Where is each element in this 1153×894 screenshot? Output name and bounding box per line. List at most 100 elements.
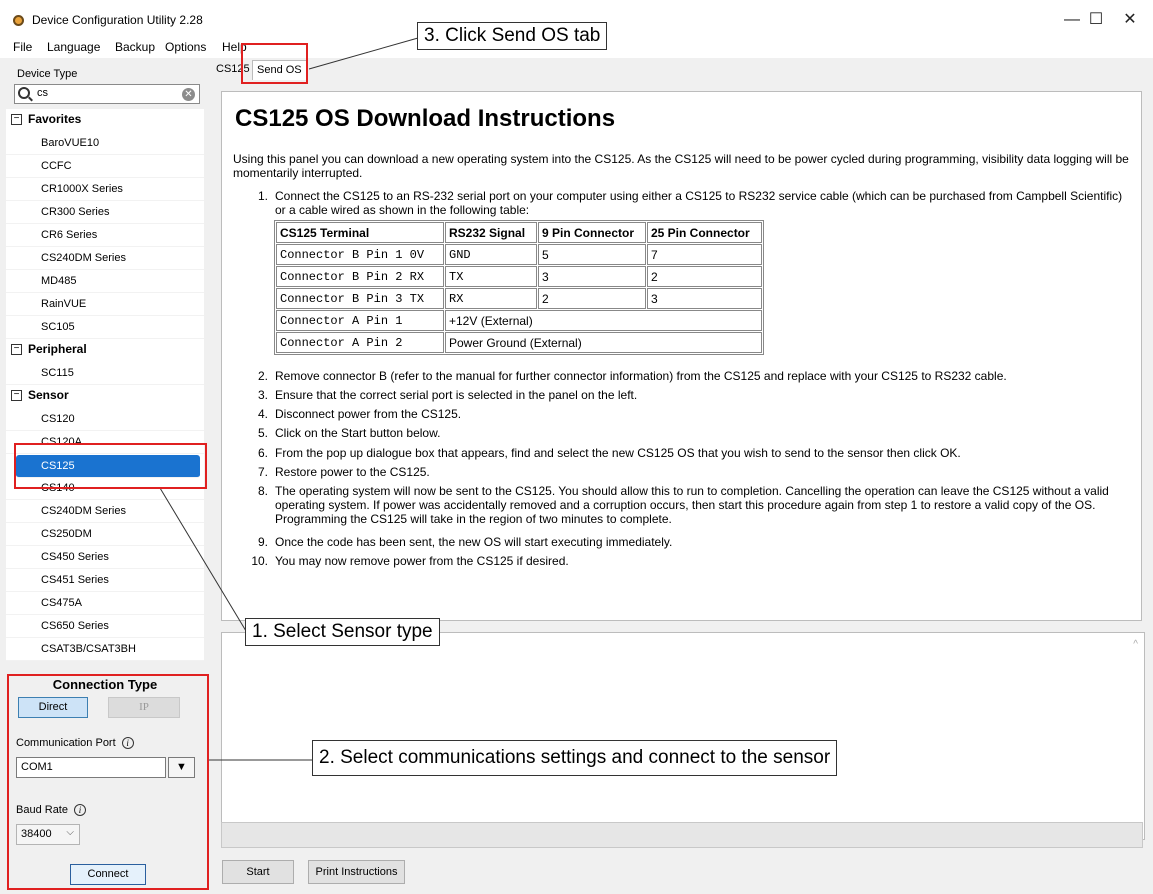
- step-text: Once the code has been sent, the new OS …: [275, 535, 673, 549]
- table-cell: 2: [647, 266, 762, 287]
- table-cell: Connector B Pin 3 TX: [276, 288, 444, 309]
- step-number: 10.: [251, 554, 268, 568]
- sensor-highlight: [14, 443, 207, 489]
- table-cell: 3: [647, 288, 762, 309]
- tree-item[interactable]: CS450 Series: [6, 546, 204, 569]
- tree-item[interactable]: CCFC: [6, 155, 204, 178]
- table-cell: 2: [538, 288, 646, 309]
- step-text: From the pop up dialogue box that appear…: [275, 446, 961, 460]
- step-text: Ensure that the correct serial port is s…: [275, 388, 638, 402]
- collapse-icon[interactable]: −: [11, 344, 22, 355]
- table-header: CS125 Terminal: [276, 222, 444, 243]
- tree-group-favorites[interactable]: − Favorites: [6, 109, 204, 132]
- table-cell: 5: [538, 244, 646, 265]
- tree-group-peripheral[interactable]: − Peripheral: [6, 339, 204, 362]
- tree-item[interactable]: CS650 Series: [6, 615, 204, 638]
- step-text: Connect the CS125 to an RS-232 serial po…: [275, 189, 1123, 217]
- tree-item[interactable]: RainVUE: [6, 293, 204, 316]
- tree-item[interactable]: BaroVUE10: [6, 132, 204, 155]
- tree-item[interactable]: CS120: [6, 408, 204, 431]
- tree-group-label: Sensor: [28, 388, 69, 402]
- search-icon: [18, 87, 30, 99]
- device-configuration-window: { "window": { "title": "Device Configura…: [0, 0, 1153, 894]
- device-type-label: Device Type: [17, 68, 78, 80]
- tree-item[interactable]: CR6 Series: [6, 224, 204, 247]
- tree-item[interactable]: CS475A: [6, 592, 204, 615]
- wiring-table: CS125 Terminal RS232 Signal 9 Pin Connec…: [274, 220, 764, 355]
- step-text: Disconnect power from the CS125.: [275, 407, 462, 421]
- step-text: Remove connector B (refer to the manual …: [275, 369, 1007, 383]
- table-header: 9 Pin Connector: [538, 222, 646, 243]
- step-number: 4.: [257, 407, 268, 421]
- tree-item[interactable]: CSAT3B/CSAT3BH: [6, 638, 204, 661]
- callout-sensor-type: 1. Select Sensor type: [245, 618, 440, 646]
- step-text: The operating system will now be sent to…: [275, 484, 1109, 526]
- tree-item[interactable]: CR300 Series: [6, 201, 204, 224]
- start-button[interactable]: Start: [222, 860, 294, 884]
- table-cell: TX: [445, 266, 537, 287]
- step-number: 9.: [257, 535, 268, 549]
- collapse-icon[interactable]: −: [11, 390, 22, 401]
- tree-item[interactable]: SC105: [6, 316, 204, 339]
- tree-item[interactable]: CS451 Series: [6, 569, 204, 592]
- device-search-input[interactable]: cs ✕: [14, 84, 200, 104]
- app-logo-icon: [13, 15, 24, 26]
- tree-item[interactable]: SC115: [6, 362, 204, 385]
- tree-group-label: Peripheral: [28, 342, 87, 356]
- page-title: CS125 OS Download Instructions: [235, 105, 616, 132]
- step-number: 7.: [257, 465, 268, 479]
- step-number: 6.: [257, 446, 268, 460]
- device-tree: − Favorites BaroVUE10 CCFC CR1000X Serie…: [6, 109, 204, 661]
- table-header-row: CS125 Terminal RS232 Signal 9 Pin Connec…: [276, 222, 762, 243]
- table-cell: Connector A Pin 1: [276, 310, 444, 331]
- table-cell: Power Ground (External): [445, 332, 762, 353]
- table-cell: 7: [647, 244, 762, 265]
- callout-send-os: 3. Click Send OS tab: [417, 22, 608, 50]
- window-title: Device Configuration Utility 2.28: [32, 13, 203, 27]
- table-row: Connector B Pin 3 TX RX 2 3: [276, 288, 762, 309]
- output-log[interactable]: ^ ⌵: [221, 632, 1145, 840]
- collapse-icon[interactable]: −: [11, 114, 22, 125]
- intro-text: Using this panel you can download a new …: [233, 152, 1129, 180]
- table-cell: Connector B Pin 2 RX: [276, 266, 444, 287]
- step-number: 8.: [257, 484, 268, 498]
- step-number: 2.: [257, 369, 268, 383]
- tab-highlight: [241, 43, 308, 84]
- table-row: Connector A Pin 1 +12V (External): [276, 310, 762, 331]
- tree-group-label: Favorites: [28, 112, 82, 126]
- tree-group-sensor[interactable]: − Sensor: [6, 385, 204, 408]
- tree-item[interactable]: CR1000X Series: [6, 178, 204, 201]
- table-header: 25 Pin Connector: [647, 222, 762, 243]
- step-number: 5.: [257, 426, 268, 440]
- instructions-panel: CS125 OS Download Instructions Using thi…: [221, 91, 1142, 621]
- clear-search-icon[interactable]: ✕: [182, 88, 195, 101]
- search-value: cs: [37, 87, 48, 99]
- close-button[interactable]: ✕: [1110, 6, 1150, 34]
- menu-options[interactable]: Options: [165, 40, 206, 54]
- menu-language[interactable]: Language: [47, 40, 100, 54]
- progress-bar: [221, 822, 1143, 848]
- table-cell: Connector B Pin 1 0V: [276, 244, 444, 265]
- table-row: Connector B Pin 1 0V GND 5 7: [276, 244, 762, 265]
- scroll-up-icon[interactable]: ^: [1133, 639, 1138, 650]
- table-header: RS232 Signal: [445, 222, 537, 243]
- table-cell: +12V (External): [445, 310, 762, 331]
- menu-file[interactable]: File: [13, 40, 32, 54]
- table-cell: 3: [538, 266, 646, 287]
- table-cell: RX: [445, 288, 537, 309]
- table-row: Connector A Pin 2 Power Ground (External…: [276, 332, 762, 353]
- tree-item[interactable]: CS240DM Series: [6, 247, 204, 270]
- table-row: Connector B Pin 2 RX TX 3 2: [276, 266, 762, 287]
- step-number: 3.: [257, 388, 268, 402]
- tree-item[interactable]: CS250DM: [6, 523, 204, 546]
- tree-item[interactable]: MD485: [6, 270, 204, 293]
- print-instructions-button[interactable]: Print Instructions: [308, 860, 405, 884]
- menu-backup[interactable]: Backup: [115, 40, 155, 54]
- step-text: Restore power to the CS125.: [275, 465, 430, 479]
- tree-item[interactable]: CS240DM Series: [6, 500, 204, 523]
- callout-comm-settings: 2. Select communications settings and co…: [312, 740, 838, 776]
- table-cell: Connector A Pin 2: [276, 332, 444, 353]
- table-cell: GND: [445, 244, 537, 265]
- step-number: 1.: [257, 189, 268, 203]
- connection-highlight: [7, 674, 209, 890]
